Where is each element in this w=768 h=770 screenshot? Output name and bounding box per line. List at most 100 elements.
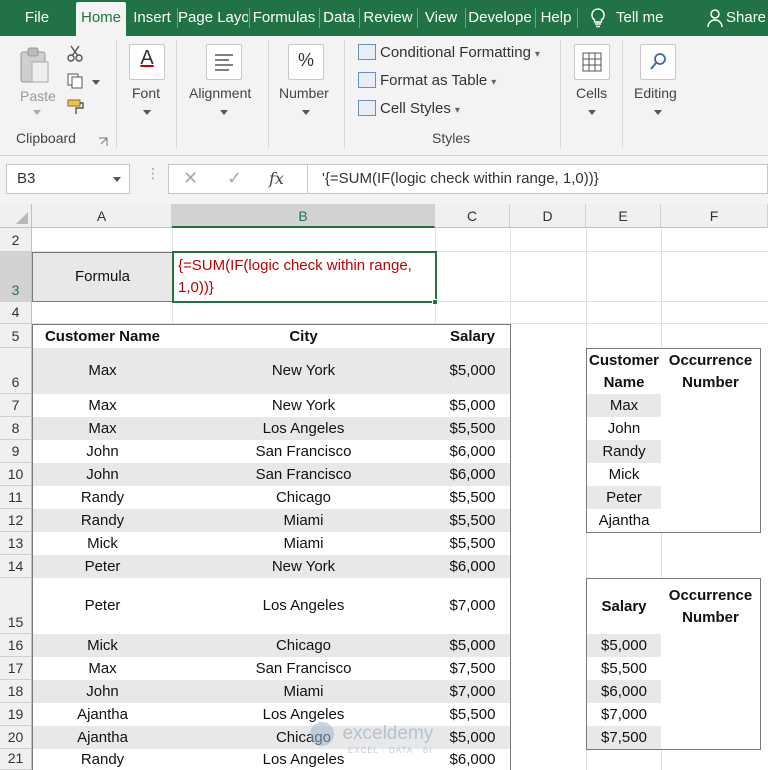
occurrence-input-cell[interactable] [661,680,761,704]
font-icon[interactable]: A [129,44,165,80]
table-cell[interactable]: New York [172,348,436,395]
table-cell[interactable]: $7,000 [435,578,511,635]
table-cell[interactable]: $6,000 [435,555,511,579]
occurrence-input-cell[interactable] [661,440,761,464]
table-cell[interactable]: Chicago [172,726,436,750]
formula-cell-b3[interactable]: {=SUM(IF(logic check within range, 1,0))… [172,251,437,303]
table-cell[interactable]: Los Angeles [172,749,436,770]
fill-handle[interactable] [432,299,438,305]
table-cell[interactable]: Max [32,394,173,418]
search-icon[interactable] [640,44,676,80]
tab-developer[interactable]: Develope [466,0,534,36]
worksheet-grid[interactable]: A B C D E F 2 3 4 5 6 7 8 9 10 11 12 13 … [0,204,768,770]
table-header-cell[interactable]: Salary [435,324,511,349]
table-cell[interactable]: Max [32,417,173,441]
occurrence-input-cell[interactable] [661,509,761,533]
column-header-c[interactable]: C [435,204,510,228]
table-cell[interactable]: Max [32,348,173,395]
editing-group-button[interactable]: Editing [634,85,677,101]
table-cell[interactable]: $5,000 [435,394,511,418]
paste-button[interactable]: Paste [20,88,56,104]
number-group-button[interactable]: Number [279,85,329,101]
row-header-18[interactable]: 18 [0,680,32,703]
table-cell[interactable]: Chicago [172,634,436,658]
tab-formulas[interactable]: Formulas [250,0,318,36]
paste-dropdown[interactable] [33,110,41,115]
cut-icon[interactable] [66,44,84,67]
occurrence-input-cell[interactable] [661,463,761,487]
row-header-14[interactable]: 14 [0,555,32,578]
name-table-header[interactable]: Occurrence Number [661,348,761,395]
table-cell[interactable]: Los Angeles [172,578,436,635]
name-table-cell[interactable]: Peter [586,486,662,510]
name-table-header[interactable]: Customer Name [586,348,662,395]
table-cell[interactable]: San Francisco [172,440,436,464]
table-cell[interactable]: San Francisco [172,657,436,681]
name-table-cell[interactable]: Max [586,394,662,418]
number-dropdown[interactable] [302,110,310,115]
occurrence-input-cell[interactable] [661,394,761,418]
salary-table-cell[interactable]: $7,500 [586,726,662,750]
row-header-16[interactable]: 16 [0,634,32,657]
copy-dropdown[interactable] [92,80,100,85]
name-table-cell[interactable]: Mick [586,463,662,487]
name-table-cell[interactable]: Randy [586,440,662,464]
name-table-cell[interactable]: John [586,417,662,441]
table-cell[interactable]: $5,000 [435,348,511,395]
table-cell[interactable]: Chicago [172,486,436,510]
cell-styles-button[interactable]: Cell Styles ▾ [358,100,460,117]
table-cell[interactable]: Mick [32,634,173,658]
row-header-8[interactable]: 8 [0,417,32,440]
table-cell[interactable]: $6,000 [435,749,511,770]
paste-icon[interactable] [18,46,52,91]
tell-me-search[interactable]: Tell me [616,0,676,36]
table-cell[interactable]: $5,500 [435,703,511,727]
row-header-12[interactable]: 12 [0,509,32,532]
column-header-b[interactable]: B [172,204,435,228]
row-header-19[interactable]: 19 [0,703,32,726]
font-dropdown[interactable] [143,110,151,115]
salary-table-header[interactable]: Occurrence Number [661,578,761,635]
table-cell[interactable]: $5,500 [435,509,511,533]
row-header-6[interactable]: 6 [0,348,32,394]
table-cell[interactable]: $5,000 [435,634,511,658]
table-cell[interactable]: Peter [32,578,173,635]
tab-view[interactable]: View [418,0,464,36]
row-header-5[interactable]: 5 [0,324,32,348]
alignment-dropdown[interactable] [220,110,228,115]
table-cell[interactable]: San Francisco [172,463,436,487]
table-cell[interactable]: Randy [32,486,173,510]
occurrence-input-cell[interactable] [661,634,761,658]
table-cell[interactable]: $5,500 [435,532,511,556]
salary-table-cell[interactable]: $5,500 [586,657,662,681]
tab-insert[interactable]: Insert [128,0,176,36]
table-cell[interactable]: Miami [172,680,436,704]
editing-dropdown[interactable] [654,110,662,115]
row-header-15[interactable]: 15 [0,578,32,634]
row-header-20[interactable]: 20 [0,726,32,749]
table-header-cell[interactable]: Customer Name [32,324,173,349]
more-options-icon[interactable]: ⋮ [146,166,160,180]
dialog-launcher-icon[interactable] [98,134,108,152]
column-header-d[interactable]: D [510,204,586,228]
row-header-2[interactable]: 2 [0,228,32,252]
salary-table-cell[interactable]: $6,000 [586,680,662,704]
row-header-21[interactable]: 21 [0,749,32,770]
occurrence-input-cell[interactable] [661,703,761,727]
name-table-cell[interactable]: Ajantha [586,509,662,533]
table-cell[interactable]: Ajantha [32,703,173,727]
salary-table-header[interactable]: Salary [586,578,662,635]
table-cell[interactable]: Ajantha [32,726,173,750]
table-cell[interactable]: $5,000 [435,726,511,750]
table-cell[interactable]: Los Angeles [172,703,436,727]
column-header-f[interactable]: F [661,204,768,228]
table-cell[interactable]: New York [172,394,436,418]
formula-label-cell[interactable]: Formula [32,252,173,302]
salary-table-cell[interactable]: $5,000 [586,634,662,658]
name-box[interactable]: B3 [6,164,130,194]
tab-home[interactable]: Home [76,2,126,36]
row-header-10[interactable]: 10 [0,463,32,486]
table-cell[interactable]: $5,500 [435,486,511,510]
cancel-icon[interactable]: ✕ [183,168,198,189]
cells-dropdown[interactable] [588,110,596,115]
